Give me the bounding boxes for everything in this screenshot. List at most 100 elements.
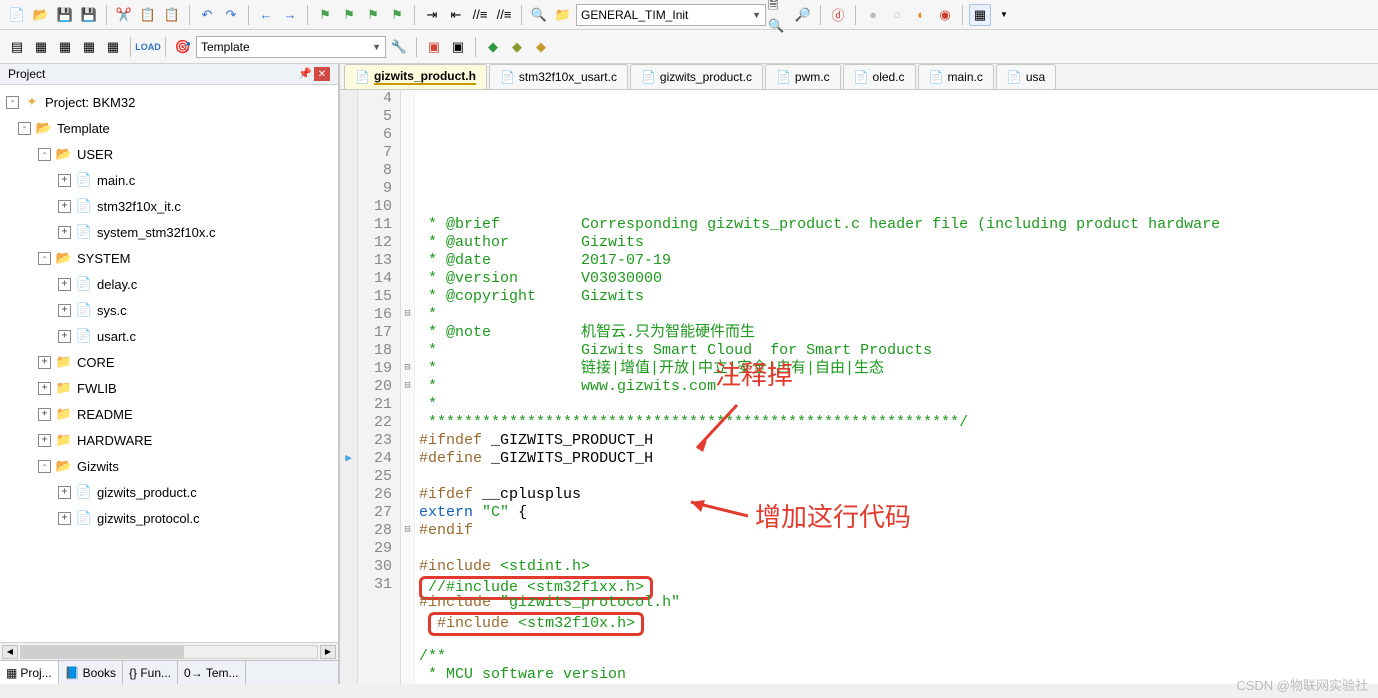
code-line[interactable]: * @version V03030000 xyxy=(419,270,1378,288)
open-button[interactable]: 📂 xyxy=(30,4,52,26)
editor-tab[interactable]: 📄gizwits_product.h xyxy=(344,64,487,89)
project-tree[interactable]: - ✦ Project: BKM32 -📂Template-📂USER+📄mai… xyxy=(0,85,338,642)
batch-build-button[interactable]: ▦ xyxy=(78,36,100,58)
save-button[interactable]: 💾 xyxy=(54,4,76,26)
code-line[interactable]: extern "C" { xyxy=(419,504,1378,522)
code-line[interactable] xyxy=(419,468,1378,486)
bookmark-prev-button[interactable]: ⚑ xyxy=(338,4,360,26)
code-line[interactable] xyxy=(419,540,1378,558)
code-line[interactable]: #include "gizwits_protocol.h" xyxy=(419,594,1378,612)
tree-file[interactable]: +📄stm32f10x_it.c xyxy=(0,193,338,219)
code-line[interactable]: * www.gizwits.com xyxy=(419,378,1378,396)
editor-tab[interactable]: 📄oled.c xyxy=(843,64,916,89)
pack-installer-button[interactable]: ◆ xyxy=(530,36,552,58)
twisty-icon[interactable]: + xyxy=(58,174,71,187)
tree-file[interactable]: +📄system_stm32f10x.c xyxy=(0,219,338,245)
twisty-icon[interactable]: + xyxy=(58,304,71,317)
twisty-icon[interactable]: - xyxy=(38,252,51,265)
tree-file[interactable]: +📄main.c xyxy=(0,167,338,193)
editor-tab[interactable]: 📄usa xyxy=(996,64,1056,89)
code-line[interactable]: #include <stm32f10x.h> xyxy=(419,612,1378,630)
target-options-button[interactable]: 🎯 xyxy=(172,36,194,58)
tree-folder[interactable]: +📁README xyxy=(0,401,338,427)
uncomment-button[interactable]: //≡ xyxy=(493,4,515,26)
options-button[interactable]: 🔧 xyxy=(388,36,410,58)
incremental-find-button[interactable]: 🔎 xyxy=(792,4,814,26)
scroll-right-icon[interactable]: ▶ xyxy=(320,645,336,659)
scroll-left-icon[interactable]: ◀ xyxy=(2,645,18,659)
nav-fwd-button[interactable]: → xyxy=(279,4,301,26)
code-line[interactable]: #endif xyxy=(419,522,1378,540)
tree-file[interactable]: +📄gizwits_product.c xyxy=(0,479,338,505)
tree-folder[interactable]: +📁CORE xyxy=(0,349,338,375)
twisty-icon[interactable]: + xyxy=(58,278,71,291)
twisty-icon[interactable]: + xyxy=(58,226,71,239)
manage-rte-button[interactable]: ▣ xyxy=(447,36,469,58)
twisty-icon[interactable]: - xyxy=(6,96,19,109)
twisty-icon[interactable]: + xyxy=(38,408,51,421)
pin-icon[interactable]: 📌 xyxy=(298,67,312,81)
tab-functions[interactable]: {} Fun... xyxy=(123,661,178,684)
code-line[interactable]: #include <stdint.h> xyxy=(419,558,1378,576)
nav-back-button[interactable]: ← xyxy=(255,4,277,26)
code-line[interactable]: #ifdef __cplusplus xyxy=(419,486,1378,504)
tree-root[interactable]: - ✦ Project: BKM32 xyxy=(0,89,338,115)
scroll-thumb[interactable] xyxy=(21,646,184,658)
code-line[interactable]: * @copyright Gizwits xyxy=(419,288,1378,306)
tree-folder[interactable]: -📂Gizwits xyxy=(0,453,338,479)
bookmark-clear-button[interactable]: ⚑ xyxy=(386,4,408,26)
code-editor[interactable]: ▶ 45678910111213141516171819202122232425… xyxy=(340,90,1378,684)
editor-tab[interactable]: 📄gizwits_product.c xyxy=(630,64,763,89)
tree-hscrollbar[interactable]: ◀ ▶ xyxy=(0,642,338,660)
cut-button[interactable]: ✂️ xyxy=(113,4,135,26)
save-all-button[interactable]: 💾 xyxy=(78,4,100,26)
code-line[interactable]: * @date 2017-07-19 xyxy=(419,252,1378,270)
tree-file[interactable]: +📄delay.c xyxy=(0,271,338,297)
twisty-icon[interactable]: + xyxy=(58,486,71,499)
stop-build-button[interactable]: ▦ xyxy=(102,36,124,58)
breakpoint-kill-button[interactable]: ◐ xyxy=(910,4,932,26)
breakpoint-insert-button[interactable]: ● xyxy=(862,4,884,26)
copy-button[interactable]: 📋 xyxy=(137,4,159,26)
tree-folder[interactable]: +📁HARDWARE xyxy=(0,427,338,453)
pack-green-icon[interactable]: ◆ xyxy=(482,36,504,58)
tree-file[interactable]: +📄sys.c xyxy=(0,297,338,323)
indent-button[interactable]: ⇥ xyxy=(421,4,443,26)
tree-folder[interactable]: -📂Template xyxy=(0,115,338,141)
editor-tab[interactable]: 📄stm32f10x_usart.c xyxy=(489,64,628,89)
translate-button[interactable]: ▤ xyxy=(6,36,28,58)
twisty-icon[interactable]: + xyxy=(58,330,71,343)
find-in-files-button[interactable]: 🔍 xyxy=(528,4,550,26)
undo-button[interactable]: ↶ xyxy=(196,4,218,26)
code-content[interactable]: 注释掉 增加这行代码 * @brief Corresponding gizwit… xyxy=(415,90,1378,684)
code-line[interactable]: /** xyxy=(419,648,1378,666)
tree-folder[interactable]: -📂SYSTEM xyxy=(0,245,338,271)
twisty-icon[interactable]: + xyxy=(58,512,71,525)
tab-books[interactable]: 📘 Books xyxy=(59,661,123,684)
code-line[interactable]: #define _GIZWITS_PRODUCT_H xyxy=(419,450,1378,468)
comment-button[interactable]: //≡ xyxy=(469,4,491,26)
close-icon[interactable]: ✕ xyxy=(314,67,330,81)
tree-file[interactable]: +📄gizwits_protocol.c xyxy=(0,505,338,531)
twisty-icon[interactable]: - xyxy=(38,148,51,161)
rebuild-button[interactable]: ▦ xyxy=(54,36,76,58)
code-line[interactable]: * MCU software version xyxy=(419,666,1378,684)
outdent-button[interactable]: ⇤ xyxy=(445,4,467,26)
tab-project[interactable]: ▦ Proj... xyxy=(0,661,59,684)
breakpoint-disable-button[interactable]: ◉ xyxy=(934,4,956,26)
twisty-icon[interactable]: + xyxy=(38,356,51,369)
window-layout-button[interactable]: ▦ xyxy=(969,4,991,26)
tab-templates[interactable]: 0→ Tem... xyxy=(178,661,245,684)
function-combo[interactable]: GENERAL_TIM_Init ▼ xyxy=(576,4,766,26)
build-button[interactable]: ▦ xyxy=(30,36,52,58)
code-line[interactable]: * xyxy=(419,306,1378,324)
editor-tab[interactable]: 📄main.c xyxy=(918,64,994,89)
bookmark-next-button[interactable]: ⚑ xyxy=(362,4,384,26)
code-line[interactable]: * xyxy=(419,396,1378,414)
redo-button[interactable]: ↷ xyxy=(220,4,242,26)
code-line[interactable]: * @note 机智云.只为智能硬件而生 xyxy=(419,324,1378,342)
code-line[interactable]: ****************************************… xyxy=(419,414,1378,432)
editor-tab[interactable]: 📄pwm.c xyxy=(765,64,841,89)
code-line[interactable]: * 链接|增值|开放|中立|安全|自有|自由|生态 xyxy=(419,360,1378,378)
tree-folder[interactable]: +📁FWLIB xyxy=(0,375,338,401)
